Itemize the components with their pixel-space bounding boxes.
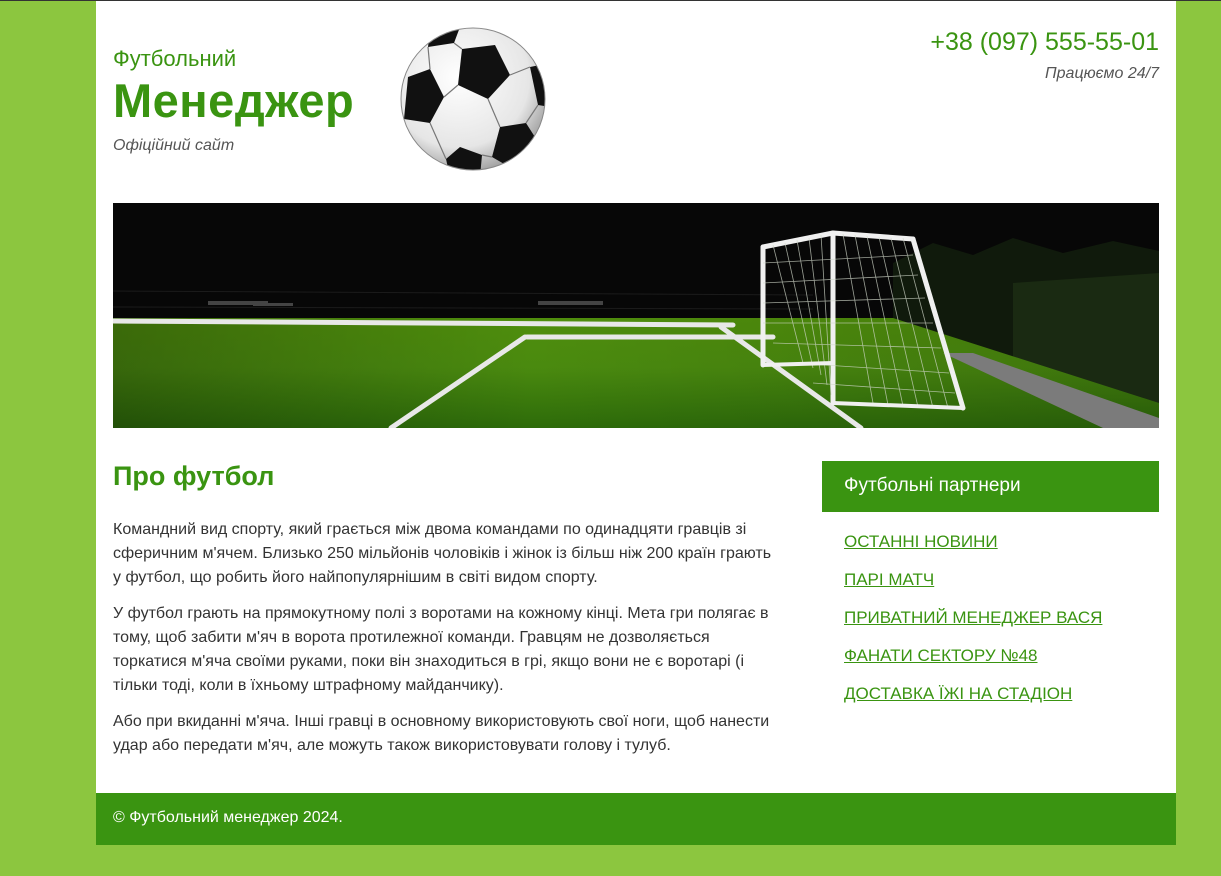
banner-image xyxy=(113,203,1159,428)
working-hours: Працюємо 24/7 xyxy=(1045,65,1159,82)
list-item: ПРИВАТНИЙ МЕНЕДЖЕР ВАСЯ xyxy=(844,608,1159,631)
logo-title[interactable]: Менеджер xyxy=(113,73,354,128)
copyright-text: © Футбольний менеджер 2024. xyxy=(113,809,343,826)
link-latest-news[interactable]: ОСТАННІ НОВИНИ xyxy=(844,532,998,551)
phone-number[interactable]: +38 (097) 555-55-01 xyxy=(930,28,1159,57)
main-content: Про футбол Командний вид спорту, який гр… xyxy=(113,461,783,770)
footer: © Футбольний менеджер 2024. xyxy=(96,793,1176,845)
partner-links: ОСТАННІ НОВИНИ ПАРІ МАТЧ ПРИВАТНИЙ МЕНЕД… xyxy=(822,512,1159,707)
sidebar-title: Футбольні партнери xyxy=(822,461,1159,512)
section-title: Про футбол xyxy=(113,461,275,491)
sidebar: Футбольні партнери ОСТАННІ НОВИНИ ПАРІ М… xyxy=(822,461,1159,722)
link-fans-sector[interactable]: ФАНАТИ СЕКТОРУ №48 xyxy=(844,646,1038,665)
link-private-manager[interactable]: ПРИВАТНИЙ МЕНЕДЖЕР ВАСЯ xyxy=(844,608,1102,627)
page-container: Футбольний Менеджер Офіційний сайт +38 (… xyxy=(96,1,1176,845)
paragraph-2: У футбол грають на прямокутному полі з в… xyxy=(113,605,769,694)
list-item: ПАРІ МАТЧ xyxy=(844,570,1159,593)
link-food-delivery[interactable]: ДОСТАВКА ЇЖІ НА СТАДІОН xyxy=(844,684,1072,703)
soccer-ball-icon xyxy=(400,27,546,171)
list-item: ФАНАТИ СЕКТОРУ №48 xyxy=(844,646,1159,669)
list-item: ДОСТАВКА ЇЖІ НА СТАДІОН xyxy=(844,684,1159,707)
list-item: ОСТАННІ НОВИНИ xyxy=(844,532,1159,555)
logo-subtitle: Офіційний сайт xyxy=(113,137,235,154)
paragraph-3: Або при вкиданні м'яча. Інші гравці в ос… xyxy=(113,713,770,754)
paragraph-1: Командний вид спорту, який грається між … xyxy=(113,521,772,586)
logo-small-text: Футбольний xyxy=(113,46,237,71)
link-pari-match[interactable]: ПАРІ МАТЧ xyxy=(844,570,934,589)
